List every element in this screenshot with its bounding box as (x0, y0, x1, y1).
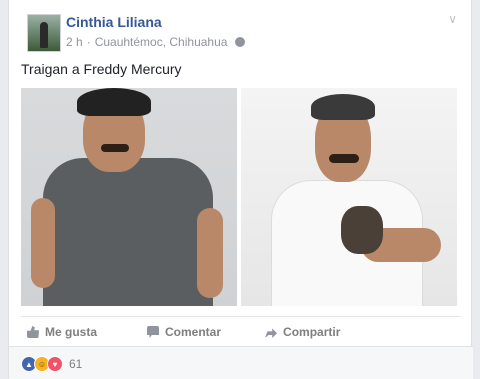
thumbs-up-icon (27, 326, 39, 338)
comment-label: Comentar (165, 325, 222, 339)
reactions-footer: ▲ ☺ ♥ 61 (9, 346, 473, 379)
chevron-down-icon[interactable]: ∨ (448, 12, 457, 26)
share-icon (265, 328, 278, 338)
reactions-summary[interactable]: ▲ ☺ ♥ 61 (21, 356, 82, 372)
action-bar: Me gusta Comentar Compartir (21, 320, 461, 344)
post-photo-left[interactable] (21, 88, 237, 306)
photo-right-mustache (329, 154, 359, 163)
avatar[interactable] (27, 14, 61, 52)
photo-right-chest-hair (341, 206, 383, 254)
post-card: Cinthia Liliana 2 h · Cuauhtémoc, Chihua… (8, 0, 473, 379)
post-location[interactable]: Cuauhtémoc, Chihuahua (95, 35, 228, 49)
avatar-figure (40, 22, 48, 48)
globe-icon[interactable] (235, 37, 246, 47)
post-photo-right[interactable] (241, 88, 457, 306)
photo-left-arm (31, 198, 55, 288)
share-button[interactable]: Compartir (259, 323, 346, 341)
comment-button[interactable]: Comentar (141, 323, 227, 341)
post-text: Traigan a Freddy Mercury (21, 61, 182, 77)
divider (21, 316, 461, 317)
photo-left-mustache (101, 144, 129, 152)
comment-icon (147, 326, 160, 338)
love-reaction-icon: ♥ (47, 356, 63, 372)
photo-left-torso (43, 158, 213, 306)
like-label: Me gusta (45, 325, 98, 339)
meta-separator: · (86, 35, 91, 49)
post-meta: 2 h · Cuauhtémoc, Chihuahua (66, 35, 246, 49)
photo-left-arm (197, 208, 223, 298)
share-label: Compartir (283, 325, 341, 339)
photo-left-hair (77, 88, 151, 116)
author-name[interactable]: Cinthia Liliana (66, 14, 162, 30)
like-button[interactable]: Me gusta (21, 323, 103, 341)
reaction-count[interactable]: 61 (69, 357, 82, 371)
post-time[interactable]: 2 h (66, 35, 83, 49)
photo-right-hair (311, 94, 375, 120)
